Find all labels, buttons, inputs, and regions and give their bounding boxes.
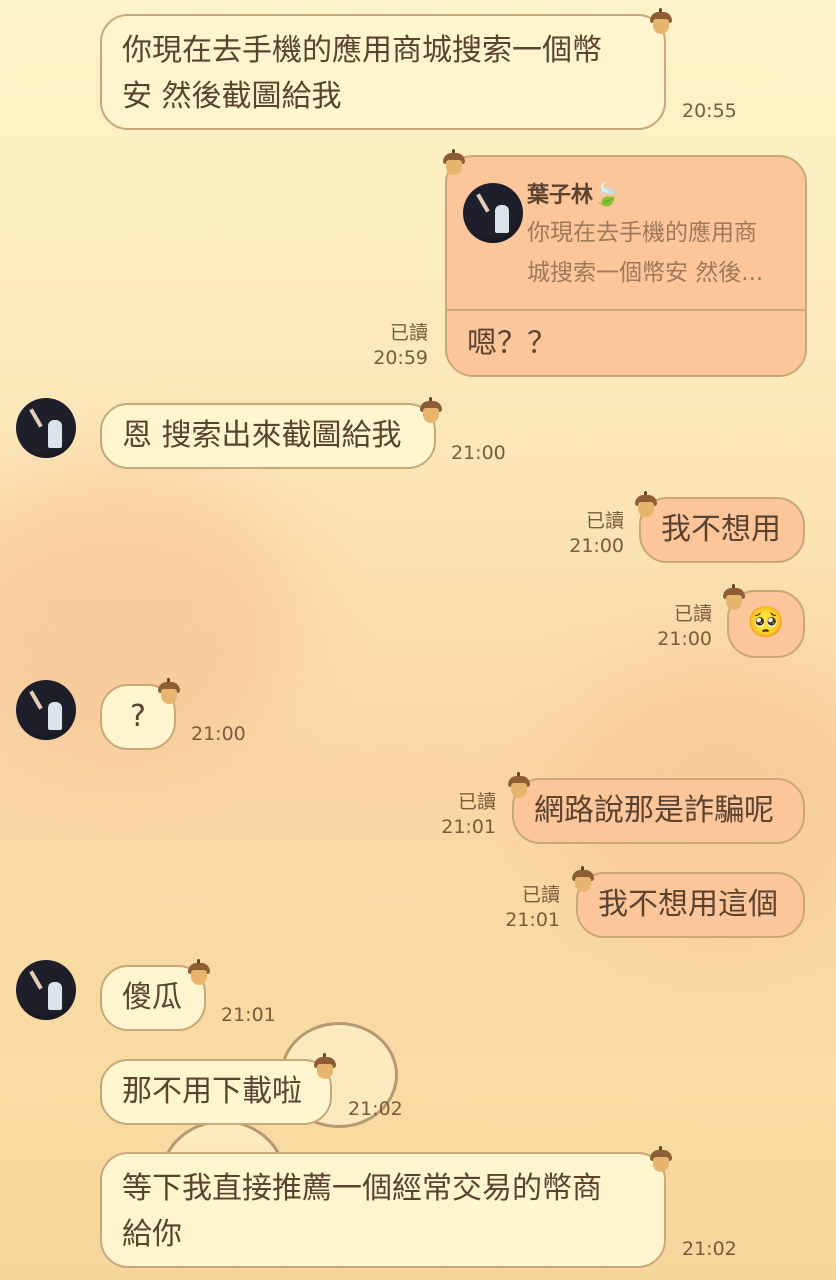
read-receipt: 已讀 (457, 791, 496, 813)
message-text: 嗯？？ (467, 326, 557, 361)
read-receipt: 已讀 (389, 322, 428, 344)
message-text-line: 給你 (122, 1217, 182, 1252)
read-receipt: 已讀 (585, 510, 624, 532)
message-time: 21:01 (505, 909, 560, 931)
message-text: 那不用下載啦 (122, 1074, 302, 1109)
outgoing-message-bubble[interactable]: 我不想用這個 (572, 866, 805, 938)
reply-divider (447, 309, 805, 311)
incoming-message-bubble[interactable]: 恩 搜索出來截圖給我 (100, 397, 442, 469)
outgoing-message-bubble[interactable]: 🥺 (723, 584, 805, 658)
outgoing-reply-bubble[interactable]: 葉子林🍃 你現在去手機的應用商 城搜索一個幣安 然後... 嗯？？ (443, 149, 807, 377)
message-text-line: 等下我直接推薦一個經常交易的幣商 (122, 1171, 602, 1206)
acorn-icon (635, 491, 657, 517)
pleading-face-emoji: 🥺 (747, 605, 785, 640)
acorn-icon (314, 1053, 336, 1079)
acorn-icon (572, 866, 594, 892)
message-time: 21:02 (348, 1098, 403, 1120)
incoming-message-bubble[interactable]: 等下我直接推薦一個經常交易的幣商 給你 (100, 1146, 672, 1268)
acorn-icon (723, 584, 745, 610)
message-time: 21:01 (221, 1004, 276, 1026)
outgoing-message-bubble[interactable]: 網路說那是詐騙呢 (508, 772, 805, 844)
acorn-icon (508, 772, 530, 798)
message-time: 20:55 (682, 100, 737, 122)
message-time: 21:02 (682, 1238, 737, 1260)
reply-preview-line: 你現在去手機的應用商 (527, 220, 757, 246)
message-text: 傻瓜 (122, 980, 182, 1015)
message-text: 我不想用這個 (598, 887, 778, 922)
acorn-icon (420, 397, 442, 423)
leaf-icon: 🍃 (593, 183, 621, 208)
reply-author-name: 葉子林 (527, 183, 594, 208)
read-receipt: 已讀 (673, 603, 712, 625)
incoming-message-bubble[interactable]: 那不用下載啦 (100, 1053, 336, 1125)
message-time: 21:01 (441, 816, 496, 838)
acorn-icon (443, 149, 465, 175)
acorn-icon (188, 959, 210, 985)
message-text: ? (130, 699, 146, 734)
message-text-line: 安 然後截圖給我 (122, 79, 342, 114)
reply-preview-line: 城搜索一個幣安 然後... (527, 260, 764, 286)
message-time: 21:00 (569, 535, 624, 557)
message-time: 21:00 (191, 723, 246, 745)
reply-preview[interactable]: 你現在去手機的應用商 城搜索一個幣安 然後... (527, 213, 763, 293)
contact-avatar[interactable] (16, 398, 76, 458)
acorn-icon (158, 678, 180, 704)
reply-author-avatar (463, 183, 523, 243)
acorn-icon (650, 1146, 672, 1172)
read-receipt: 已讀 (521, 884, 560, 906)
contact-avatar[interactable] (16, 680, 76, 740)
contact-avatar[interactable] (16, 960, 76, 1020)
message-time: 21:00 (657, 628, 712, 650)
message-time: 20:59 (373, 347, 428, 369)
message-text-line: 你現在去手機的應用商城搜索一個幣 (122, 33, 602, 68)
acorn-icon (650, 8, 672, 34)
incoming-message-bubble[interactable]: 你現在去手機的應用商城搜索一個幣 安 然後截圖給我 (100, 8, 672, 130)
incoming-message-bubble[interactable]: ? (100, 678, 180, 750)
message-text: 網路說那是詐騙呢 (534, 793, 774, 828)
message-time: 21:00 (451, 442, 506, 464)
message-text: 恩 搜索出來截圖給我 (122, 418, 402, 453)
incoming-message-bubble[interactable]: 傻瓜 (100, 959, 210, 1031)
outgoing-message-bubble[interactable]: 我不想用 (635, 491, 805, 563)
message-text: 我不想用 (661, 512, 781, 547)
